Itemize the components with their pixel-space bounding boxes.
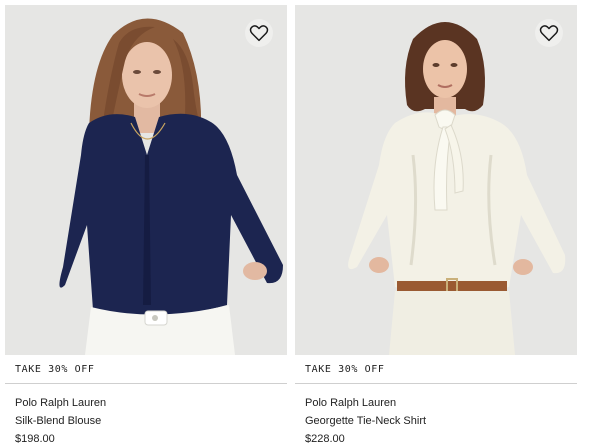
promo-label: TAKE 30% OFF (305, 364, 385, 375)
product-price: $228.00 (305, 433, 345, 445)
product-card[interactable]: TAKE 30% OFF Polo Ralph Lauren Georgette… (295, 0, 577, 447)
product-price: $198.00 (15, 433, 55, 445)
product-card[interactable]: TAKE 30% OFF Polo Ralph Lauren Silk-Blen… (5, 0, 287, 447)
favorite-button[interactable] (245, 19, 273, 47)
brand-name[interactable]: Polo Ralph Lauren (15, 397, 106, 409)
product-name[interactable]: Georgette Tie-Neck Shirt (305, 415, 426, 427)
product-image[interactable] (5, 5, 287, 355)
product-name[interactable]: Silk-Blend Blouse (15, 415, 101, 427)
brand-name[interactable]: Polo Ralph Lauren (305, 397, 396, 409)
divider (5, 383, 287, 384)
product-grid: TAKE 30% OFF Polo Ralph Lauren Silk-Blen… (0, 0, 589, 447)
product-image[interactable] (295, 5, 577, 355)
heart-outline-icon (249, 25, 269, 42)
favorite-button[interactable] (535, 19, 563, 47)
heart-outline-icon (539, 25, 559, 42)
divider (295, 383, 577, 384)
model-ivory-tie-neck-shirt-illustration (295, 5, 577, 355)
model-navy-blouse-illustration (5, 5, 287, 355)
promo-label: TAKE 30% OFF (15, 364, 95, 375)
